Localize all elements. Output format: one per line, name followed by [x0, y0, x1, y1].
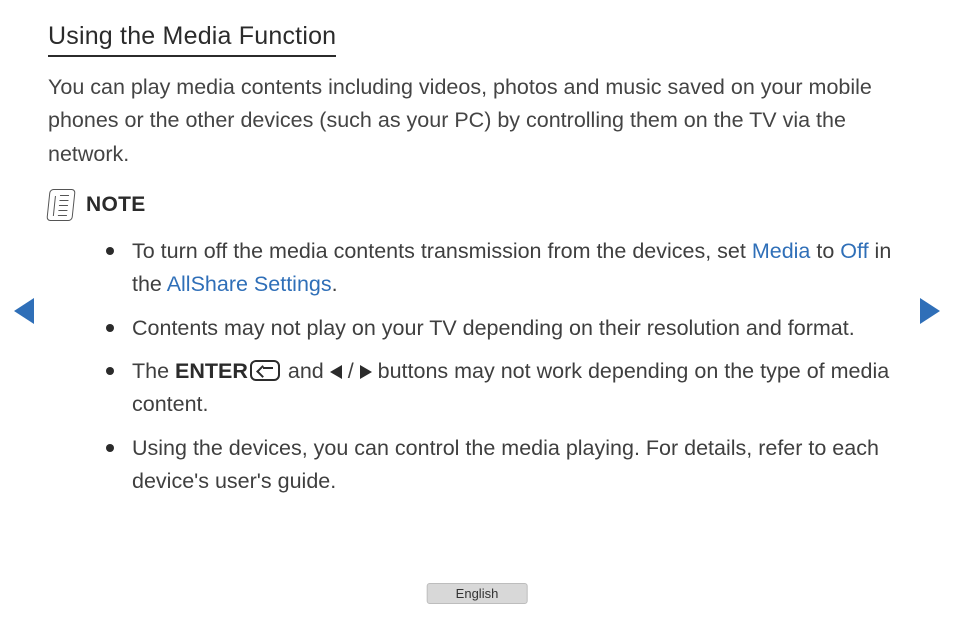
note-text: .	[332, 272, 338, 296]
manual-page: Using the Media Function You can play me…	[0, 0, 954, 624]
media-link[interactable]: Media	[752, 239, 811, 263]
note-list: To turn off the media contents transmiss…	[48, 235, 906, 498]
note-text: to	[810, 239, 840, 263]
note-item-3: The ENTER and / buttons may not work dep…	[132, 355, 906, 422]
right-button-icon	[360, 365, 372, 379]
intro-paragraph: You can play media contents including vi…	[48, 71, 906, 171]
note-item-4: Using the devices, you can control the m…	[132, 432, 906, 499]
note-text: To turn off the media contents transmiss…	[132, 239, 752, 263]
enter-label: ENTER	[175, 359, 248, 383]
left-button-icon	[330, 365, 342, 379]
note-text: and	[282, 359, 330, 383]
next-page-button[interactable]	[920, 298, 940, 324]
note-item-2: Contents may not play on your TV dependi…	[132, 312, 906, 345]
note-icon	[46, 189, 75, 221]
language-badge[interactable]: English	[427, 583, 528, 604]
note-label: NOTE	[86, 193, 146, 217]
note-text: /	[342, 359, 360, 383]
note-text: The	[132, 359, 175, 383]
page-title: Using the Media Function	[48, 22, 336, 57]
note-item-1: To turn off the media contents transmiss…	[132, 235, 906, 302]
enter-icon	[250, 360, 280, 381]
prev-page-button[interactable]	[14, 298, 34, 324]
note-heading-row: NOTE	[48, 189, 906, 221]
off-link[interactable]: Off	[840, 239, 868, 263]
allshare-settings-link[interactable]: AllShare Settings	[167, 272, 332, 296]
